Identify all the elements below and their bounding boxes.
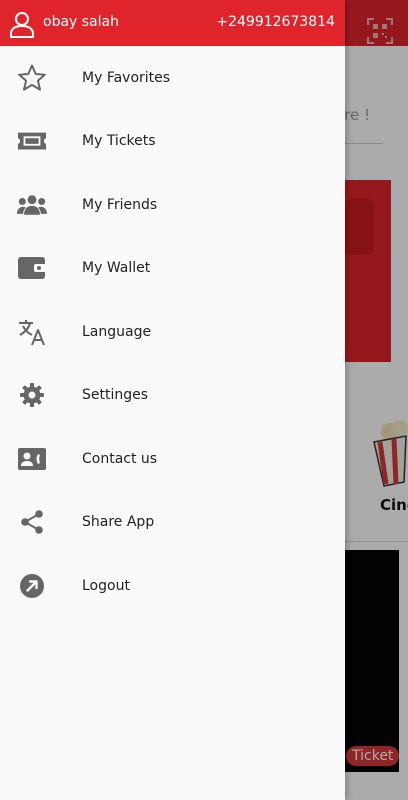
menu-item-label: Logout (82, 577, 130, 594)
menu-item-tickets[interactable]: My Tickets (0, 110, 345, 174)
logout-icon (17, 571, 47, 601)
menu-item-label: Contact us (82, 450, 158, 467)
user-name: obay salah (43, 14, 119, 30)
share-icon (17, 507, 47, 537)
group-icon (17, 190, 47, 220)
menu-item-label: My Favorites (82, 69, 171, 86)
menu-item-label: Settinges (82, 387, 149, 404)
menu-item-favorites[interactable]: My Favorites (0, 46, 345, 110)
menu-item-settings[interactable]: Settinges (0, 364, 345, 428)
menu-item-label: Language (82, 323, 152, 340)
drawer-menu: My Favorites My Tickets My Friends My Wa… (0, 46, 345, 618)
menu-item-share[interactable]: Share App (0, 491, 345, 555)
user-icon (8, 10, 36, 38)
gear-icon (17, 380, 47, 410)
ticket-icon (17, 126, 47, 156)
wallet-icon (17, 253, 47, 283)
menu-item-label: My Wallet (82, 260, 151, 277)
menu-item-logout[interactable]: Logout (0, 554, 345, 618)
menu-item-friends[interactable]: My Friends (0, 173, 345, 237)
navigation-drawer: obay salah +249912673814 My Favorites My… (0, 0, 345, 800)
menu-item-label: My Friends (82, 196, 158, 213)
drawer-header: obay salah +249912673814 (0, 0, 345, 46)
user-phone: +249912673814 (216, 14, 335, 30)
translate-icon (17, 317, 47, 347)
menu-item-label: My Tickets (82, 133, 156, 150)
menu-item-language[interactable]: Language (0, 300, 345, 364)
star-icon (17, 63, 47, 93)
menu-item-contact[interactable]: Contact us (0, 427, 345, 491)
menu-item-label: Share App (82, 514, 155, 531)
menu-item-wallet[interactable]: My Wallet (0, 237, 345, 301)
contact-card-icon (17, 444, 47, 474)
